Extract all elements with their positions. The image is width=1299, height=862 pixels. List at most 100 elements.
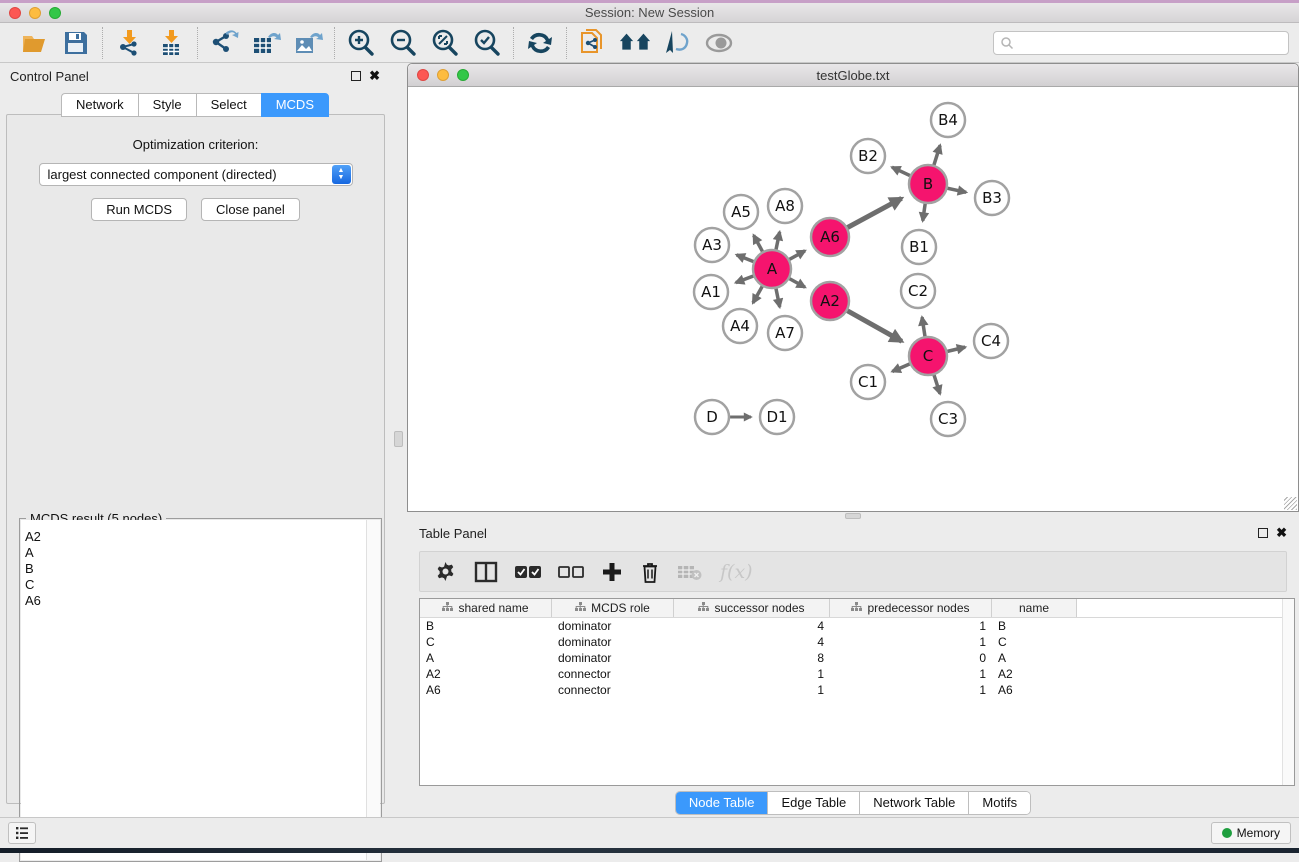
table-cell[interactable]: A6	[992, 683, 1077, 697]
network-window-titlebar[interactable]: testGlobe.txt	[408, 64, 1298, 87]
table-cell[interactable]: C	[420, 635, 552, 649]
import-network-icon[interactable]	[113, 27, 145, 59]
float-panel-icon[interactable]	[351, 71, 361, 81]
tab-style[interactable]: Style	[138, 93, 196, 117]
column-header-name[interactable]: name	[992, 599, 1077, 617]
result-item[interactable]: A	[21, 545, 380, 561]
table-scrollbar[interactable]	[1282, 599, 1294, 785]
export-image-icon[interactable]	[292, 27, 324, 59]
panel-splitter-horizontal[interactable]	[407, 512, 1299, 520]
float-table-panel-icon[interactable]	[1258, 528, 1268, 538]
result-item[interactable]: B	[21, 561, 380, 577]
table-cell[interactable]: 1	[830, 635, 992, 649]
export-table-icon[interactable]	[250, 27, 282, 59]
result-item[interactable]: A6	[21, 593, 380, 609]
table-cell[interactable]: dominator	[552, 651, 674, 665]
graphics-details-icon[interactable]	[661, 27, 693, 59]
result-item[interactable]: A2	[21, 529, 380, 545]
tab-mcds[interactable]: MCDS	[261, 93, 329, 117]
refresh-icon[interactable]	[524, 27, 556, 59]
table-cell[interactable]: 1	[830, 683, 992, 697]
column-view-icon[interactable]	[474, 560, 498, 584]
table-row[interactable]: A2connector11A2	[420, 666, 1294, 682]
memory-button[interactable]: Memory	[1211, 822, 1291, 844]
table-cell[interactable]: dominator	[552, 619, 674, 633]
save-session-icon[interactable]	[60, 27, 92, 59]
run-mcds-button[interactable]: Run MCDS	[91, 198, 187, 221]
table-cell[interactable]: B	[420, 619, 552, 633]
node-label-D: D	[706, 408, 718, 426]
tab-edge-table[interactable]: Edge Table	[768, 792, 860, 814]
splitter-grip[interactable]	[845, 513, 861, 519]
tab-network[interactable]: Network	[61, 93, 138, 117]
table-cell[interactable]: 4	[674, 619, 830, 633]
deselect-all-icon[interactable]	[558, 565, 584, 579]
table-cell[interactable]: 0	[830, 651, 992, 665]
table-cell[interactable]: A	[992, 651, 1077, 665]
status-bar: Memory	[0, 817, 1299, 848]
zoom-out-icon[interactable]	[387, 27, 419, 59]
table-cell[interactable]: 4	[674, 635, 830, 649]
table-cell[interactable]: 1	[830, 619, 992, 633]
table-tabs: Node TableEdge TableNetwork TableMotifs	[407, 791, 1299, 815]
table-cell[interactable]: dominator	[552, 635, 674, 649]
new-session-doc-icon[interactable]	[577, 27, 609, 59]
table-cell[interactable]: 1	[674, 683, 830, 697]
table-cell[interactable]: 8	[674, 651, 830, 665]
column-header-predecessor-nodes[interactable]: predecessor nodes	[830, 599, 992, 617]
table-row[interactable]: Adominator80A	[420, 650, 1294, 666]
task-history-button[interactable]	[8, 822, 36, 844]
close-table-panel-icon[interactable]: ✖	[1276, 528, 1287, 538]
import-table-icon[interactable]	[155, 27, 187, 59]
splitter-grip[interactable]	[394, 431, 403, 447]
node-label-A8: A8	[775, 197, 795, 215]
close-panel-icon[interactable]: ✖	[369, 71, 380, 81]
table-cell[interactable]: A6	[420, 683, 552, 697]
table-cell[interactable]: connector	[552, 667, 674, 681]
close-panel-button[interactable]: Close panel	[201, 198, 300, 221]
tab-node-table[interactable]: Node Table	[676, 792, 769, 814]
zoom-in-icon[interactable]	[345, 27, 377, 59]
table-cell[interactable]: B	[992, 619, 1077, 633]
node-label-A6: A6	[820, 228, 840, 246]
column-header-successor-nodes[interactable]: successor nodes	[674, 599, 830, 617]
select-all-checked-icon[interactable]	[515, 565, 541, 579]
result-item[interactable]: C	[21, 577, 380, 593]
search-input-container[interactable]	[993, 31, 1289, 55]
result-list-scrollbar[interactable]	[366, 520, 380, 860]
panel-splitter-vertical[interactable]	[390, 63, 407, 817]
node-label-A7: A7	[775, 324, 795, 342]
open-session-icon[interactable]	[18, 27, 50, 59]
network-graph[interactable]: B4B2BB3A5A8A6B1A3AA1C2A2A4A7C4CC1C3DD1	[408, 87, 1298, 511]
column-header-shared-name[interactable]: shared name	[420, 599, 552, 617]
table-cell[interactable]: 1	[674, 667, 830, 681]
hide-panel-eye-icon[interactable]	[703, 27, 735, 59]
home-icon[interactable]	[619, 27, 651, 59]
mcds-result-list[interactable]: A2ABCA6	[21, 520, 380, 860]
table-cell[interactable]: C	[992, 635, 1077, 649]
table-cell[interactable]: 1	[830, 667, 992, 681]
network-canvas[interactable]: B4B2BB3A5A8A6B1A3AA1C2A2A4A7C4CC1C3DD1	[408, 87, 1298, 511]
column-header-MCDS-role[interactable]: MCDS role	[552, 599, 674, 617]
criterion-select[interactable]: largest connected component (directed) ▲…	[39, 163, 353, 186]
tab-select[interactable]: Select	[196, 93, 261, 117]
settings-gear-icon[interactable]	[435, 561, 457, 583]
zoom-fit-icon[interactable]	[429, 27, 461, 59]
table-cell[interactable]: connector	[552, 683, 674, 697]
search-input[interactable]	[1018, 36, 1278, 50]
table-row[interactable]: Cdominator41C	[420, 634, 1294, 650]
zoom-selected-icon[interactable]	[471, 27, 503, 59]
window-resize-grip[interactable]	[1284, 497, 1297, 510]
delete-table-icon[interactable]	[677, 563, 703, 581]
table-cell[interactable]: A2	[420, 667, 552, 681]
export-network-icon[interactable]	[208, 27, 240, 59]
function-builder-icon[interactable]: f(x)	[720, 561, 753, 583]
table-cell[interactable]: A	[420, 651, 552, 665]
table-cell[interactable]: A2	[992, 667, 1077, 681]
table-row[interactable]: A6connector11A6	[420, 682, 1294, 698]
tab-network-table[interactable]: Network Table	[860, 792, 969, 814]
tab-motifs[interactable]: Motifs	[969, 792, 1030, 814]
table-row[interactable]: Bdominator41B	[420, 618, 1294, 634]
add-column-icon[interactable]	[601, 561, 623, 583]
delete-column-icon[interactable]	[640, 560, 660, 584]
